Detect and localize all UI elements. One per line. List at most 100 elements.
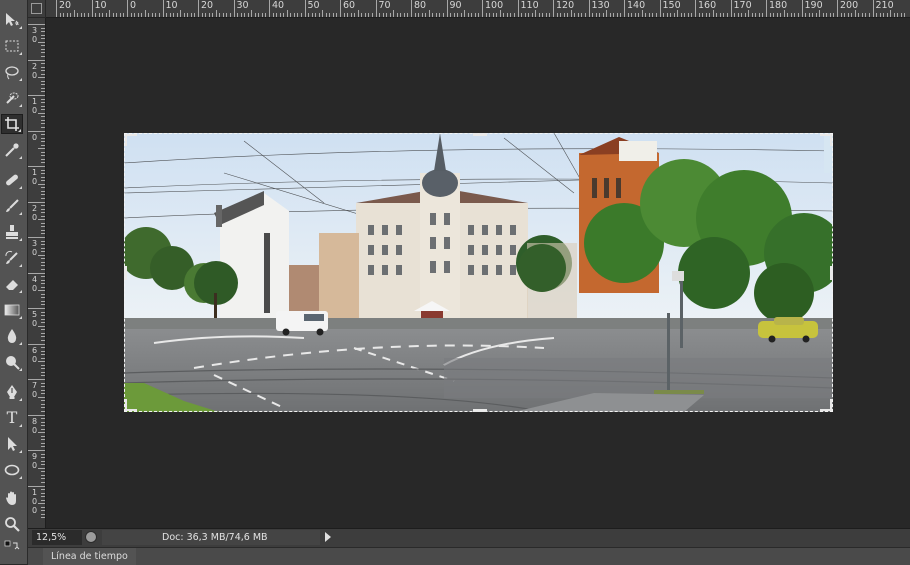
ruler-minor-tick	[41, 176, 45, 178]
ruler-minor-tick	[673, 13, 675, 17]
ruler-minor-tick	[442, 13, 444, 17]
ruler-minor-tick	[584, 13, 586, 17]
ruler-minor-tick	[815, 13, 817, 17]
ruler-minor-tick	[41, 55, 45, 57]
dodge-tool[interactable]	[1, 352, 23, 372]
tab-timeline[interactable]: Línea de tiempo	[43, 548, 136, 565]
ruler-minor-tick	[396, 13, 398, 17]
ruler-v-label: 6	[31, 345, 38, 355]
zoom-level-field[interactable]: 12,5%	[32, 530, 82, 545]
ruler-minor-tick	[41, 510, 45, 512]
ruler-minor-tick	[208, 13, 210, 17]
ruler-minor-tick	[41, 98, 45, 100]
ruler-major-tick	[198, 0, 199, 17]
document-canvas[interactable]	[124, 133, 833, 412]
lasso-tool[interactable]	[1, 62, 23, 82]
marquee-tool[interactable]	[1, 36, 23, 56]
ruler-minor-tick	[41, 126, 45, 128]
ruler-minor-tick	[41, 297, 45, 299]
proof-icon[interactable]	[85, 531, 97, 543]
eraser-tool[interactable]	[1, 274, 23, 294]
ruler-minor-tick	[844, 13, 846, 17]
eyedropper-tool[interactable]	[1, 140, 23, 160]
ruler-h-label: 10	[165, 0, 178, 11]
ruler-minor-tick	[84, 13, 86, 17]
ruler-minor-tick	[474, 13, 476, 17]
rect-marquee-icon	[5, 40, 19, 52]
ruler-major-tick	[695, 0, 696, 17]
horizontal-ruler[interactable]: 20 10 0 10 20 30 40 50 60 70 80 90 100 110 120 130 140 15…	[46, 0, 910, 18]
healing-tool[interactable]	[1, 170, 23, 190]
ruler-minor-tick	[503, 13, 505, 17]
ruler-minor-tick	[854, 10, 856, 17]
ruler-minor-tick	[41, 80, 45, 82]
ruler-minor-tick	[41, 489, 45, 491]
ruler-minor-tick	[382, 13, 384, 17]
ruler-minor-tick	[794, 13, 796, 17]
ruler-minor-tick	[279, 13, 281, 17]
ruler-minor-tick	[38, 77, 45, 79]
ruler-major-tick	[56, 0, 57, 17]
ruler-minor-tick	[41, 322, 45, 324]
crop-tool[interactable]	[1, 114, 23, 134]
ruler-minor-tick	[41, 389, 45, 391]
ruler-v-label: 0	[31, 425, 38, 435]
ruler-minor-tick	[41, 410, 45, 412]
ruler-minor-tick	[41, 315, 45, 317]
ruler-v-label: 0	[31, 283, 38, 293]
quick-select-tool[interactable]	[1, 88, 23, 108]
ruler-major-tick	[624, 0, 625, 17]
ruler-minor-tick	[496, 13, 498, 17]
ruler-major-tick	[28, 166, 45, 167]
type-tool[interactable]: T	[1, 408, 23, 428]
ruler-minor-tick	[77, 13, 79, 17]
gradient-tool[interactable]	[1, 300, 23, 320]
ruler-minor-tick	[822, 13, 824, 17]
ruler-minor-tick	[663, 13, 665, 17]
zoom-tool[interactable]	[1, 514, 23, 534]
ruler-minor-tick	[606, 10, 608, 17]
blur-tool[interactable]	[1, 326, 23, 346]
history-brush-tool[interactable]	[1, 248, 23, 268]
ruler-minor-tick	[201, 13, 203, 17]
gradient-icon	[4, 304, 20, 316]
ruler-minor-tick	[41, 205, 45, 207]
ruler-minor-tick	[41, 435, 45, 437]
default-colors-tool[interactable]	[1, 538, 23, 558]
ruler-minor-tick	[41, 418, 45, 420]
ruler-major-tick	[233, 0, 235, 17]
ruler-minor-tick	[41, 247, 45, 249]
ruler-v-label: 2	[31, 61, 38, 71]
vertical-ruler[interactable]: 3020100102030405060708090100	[28, 18, 46, 528]
ruler-origin[interactable]	[28, 0, 45, 17]
ruler-minor-tick	[41, 31, 45, 33]
stamp-tool[interactable]	[1, 222, 23, 242]
ruler-h-label: 70	[378, 0, 391, 11]
brush-tool[interactable]	[1, 196, 23, 216]
ruler-minor-tick	[237, 13, 239, 17]
ruler-minor-tick	[421, 13, 423, 17]
pen-tool[interactable]	[1, 382, 23, 402]
ruler-minor-tick	[450, 13, 452, 17]
ruler-minor-tick	[41, 371, 45, 373]
ruler-minor-tick	[723, 13, 725, 17]
ruler-h-label: 20	[59, 0, 72, 11]
ruler-minor-tick	[41, 375, 45, 377]
shape-tool[interactable]	[1, 460, 23, 480]
ruler-minor-tick	[790, 13, 792, 17]
ruler-minor-tick	[41, 134, 45, 136]
ruler-minor-tick	[219, 13, 221, 17]
ruler-h-label: 50	[307, 0, 320, 11]
status-menu-arrow-icon[interactable]	[325, 532, 331, 542]
ruler-minor-tick	[41, 70, 45, 72]
ruler-minor-tick	[453, 13, 455, 17]
ruler-minor-tick	[634, 13, 636, 17]
ruler-minor-tick	[38, 254, 45, 256]
move-tool[interactable]	[1, 10, 23, 30]
hand-tool[interactable]	[1, 488, 23, 508]
ruler-h-label: 40	[272, 0, 285, 11]
ruler-minor-tick	[812, 13, 814, 17]
ruler-minor-tick	[98, 13, 100, 17]
path-select-tool[interactable]	[1, 434, 23, 454]
ruler-minor-tick	[41, 474, 45, 476]
